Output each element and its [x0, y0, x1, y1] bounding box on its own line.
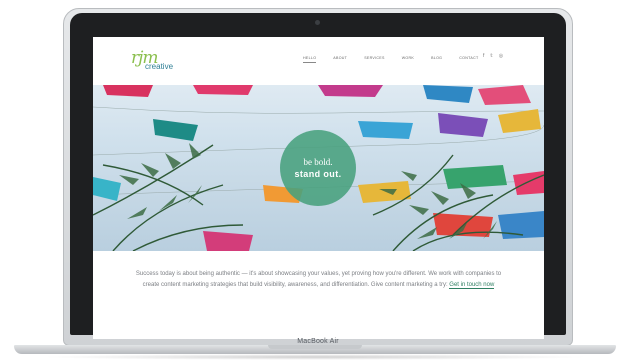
- laptop-base: [14, 345, 616, 354]
- twitter-icon[interactable]: 𝕥: [490, 53, 492, 59]
- device-label: MacBook Air: [297, 338, 339, 345]
- logo-word: creative: [145, 62, 174, 71]
- hero-tagline-2: stand out.: [294, 168, 342, 179]
- hero-banner: be bold. stand out.: [93, 85, 544, 251]
- intro-text: Success today is about being authentic —…: [135, 271, 502, 288]
- nav-item-work[interactable]: WORK: [402, 56, 414, 60]
- camera-icon: [315, 20, 320, 25]
- hero-tagline-1: be bold.: [303, 156, 333, 167]
- get-in-touch-link[interactable]: Get in touch now: [449, 282, 495, 289]
- hero-badge: be bold. stand out.: [280, 130, 356, 206]
- nav-item-hello[interactable]: HELLO: [303, 56, 317, 63]
- laptop-lid: rjm creative HELLO ABOUT SERVICES WORK B…: [63, 8, 573, 346]
- website-screen: rjm creative HELLO ABOUT SERVICES WORK B…: [93, 37, 544, 339]
- instagram-icon[interactable]: ◎: [499, 53, 503, 59]
- logo[interactable]: rjm creative: [131, 48, 191, 74]
- nav-item-services[interactable]: SERVICES: [364, 56, 385, 60]
- base-notch: [268, 345, 362, 349]
- main-nav: HELLO ABOUT SERVICES WORK BLOG CONTACT: [303, 56, 495, 63]
- facebook-icon[interactable]: f: [483, 53, 484, 59]
- intro-paragraph: Success today is about being authentic —…: [133, 269, 504, 291]
- site-header: rjm creative HELLO ABOUT SERVICES WORK B…: [93, 37, 544, 85]
- nav-item-about[interactable]: ABOUT: [333, 56, 347, 60]
- social-links: f 𝕥 ◎: [483, 53, 503, 59]
- nav-item-blog[interactable]: BLOG: [431, 56, 442, 60]
- screen-bezel: rjm creative HELLO ABOUT SERVICES WORK B…: [70, 13, 566, 339]
- nav-item-contact[interactable]: CONTACT: [459, 56, 478, 60]
- laptop-shadow: [40, 354, 590, 360]
